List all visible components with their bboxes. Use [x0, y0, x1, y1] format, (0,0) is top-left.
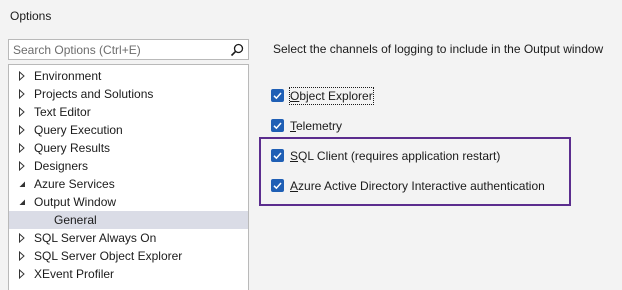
- search-input[interactable]: [9, 40, 227, 59]
- tree-item-label: Query Execution: [34, 123, 123, 137]
- collapse-arrow-icon[interactable]: [17, 197, 27, 207]
- azure-ad-auth-label[interactable]: Azure Active Directory Interactive authe…: [290, 178, 545, 194]
- tree-item-label: SQL Server Object Explorer: [34, 249, 183, 263]
- tree-item-sql-server-always-on[interactable]: SQL Server Always On: [9, 229, 248, 247]
- tree-item-query-execution[interactable]: Query Execution: [9, 121, 248, 139]
- collapse-arrow-icon[interactable]: [17, 179, 27, 189]
- label-text: elemetry: [296, 119, 343, 133]
- tree-item-label: XEvent Profiler: [34, 267, 115, 281]
- telemetry-checkbox[interactable]: [271, 119, 284, 132]
- tree-item-sql-server-object-explorer[interactable]: SQL Server Object Explorer: [9, 247, 248, 265]
- tree-item-label: Environment: [34, 69, 102, 83]
- tree-item-label: Query Results: [34, 141, 111, 155]
- tree-item-general[interactable]: General: [9, 211, 248, 229]
- object-explorer-label[interactable]: Object Explorer: [289, 87, 374, 105]
- options-tree[interactable]: Environment Projects and Solutions Text …: [8, 64, 249, 290]
- tree-item-label: Text Editor: [34, 105, 91, 119]
- tree-item-environment[interactable]: Environment: [9, 67, 248, 85]
- tree-item-label: SQL Server Always On: [34, 231, 157, 245]
- tree-item-label: General: [54, 213, 97, 227]
- expand-arrow-icon[interactable]: [17, 143, 27, 153]
- tree-item-designers[interactable]: Designers: [9, 157, 248, 175]
- telemetry-label[interactable]: Telemetry: [290, 118, 342, 134]
- tree-item-xevent-profiler[interactable]: XEvent Profiler: [9, 265, 248, 283]
- search-box[interactable]: [8, 39, 249, 60]
- checkmark-icon: [273, 152, 282, 160]
- expand-arrow-icon[interactable]: [17, 71, 27, 81]
- expand-arrow-icon[interactable]: [17, 107, 27, 117]
- expand-arrow-icon[interactable]: [17, 269, 27, 279]
- checkmark-icon: [273, 182, 282, 190]
- object-explorer-checkbox[interactable]: [271, 89, 284, 102]
- checkmark-icon: [273, 122, 282, 130]
- expand-arrow-icon[interactable]: [17, 233, 27, 243]
- expand-arrow-icon[interactable]: [17, 251, 27, 261]
- section-heading: Select the channels of logging to includ…: [273, 42, 604, 56]
- search-icon[interactable]: [230, 43, 244, 57]
- tree-item-azure-services[interactable]: Azure Services: [9, 175, 248, 193]
- window-title: Options: [10, 9, 52, 23]
- expand-arrow-icon[interactable]: [17, 125, 27, 135]
- tree-item-text-editor[interactable]: Text Editor: [9, 103, 248, 121]
- label-text: zure Active Directory Interactive authen…: [298, 179, 545, 193]
- sql-client-label[interactable]: SQL Client (requires application restart…: [290, 148, 500, 164]
- mnemonic: A: [290, 179, 299, 193]
- tree-item-label: Designers: [34, 159, 89, 173]
- mnemonic: S: [290, 149, 299, 163]
- sql-client-checkbox[interactable]: [271, 149, 284, 162]
- tree-item-label: Azure Services: [34, 177, 115, 191]
- tree-item-query-results[interactable]: Query Results: [9, 139, 248, 157]
- options-dialog: Options Environment Projects and Solutio…: [0, 0, 622, 290]
- tree-item-label: Output Window: [34, 195, 117, 209]
- tree-item-projects-and-solutions[interactable]: Projects and Solutions: [9, 85, 248, 103]
- expand-arrow-icon[interactable]: [17, 89, 27, 99]
- azure-ad-auth-checkbox[interactable]: [271, 179, 284, 192]
- tree-item-label: Projects and Solutions: [34, 87, 154, 101]
- expand-arrow-icon[interactable]: [17, 161, 27, 171]
- mnemonic: O: [290, 89, 300, 103]
- label-text: QL Client (requires application restart): [298, 149, 501, 163]
- checkmark-icon: [273, 92, 282, 100]
- label-text: bject Explorer: [299, 89, 373, 103]
- tree-item-output-window[interactable]: Output Window: [9, 193, 248, 211]
